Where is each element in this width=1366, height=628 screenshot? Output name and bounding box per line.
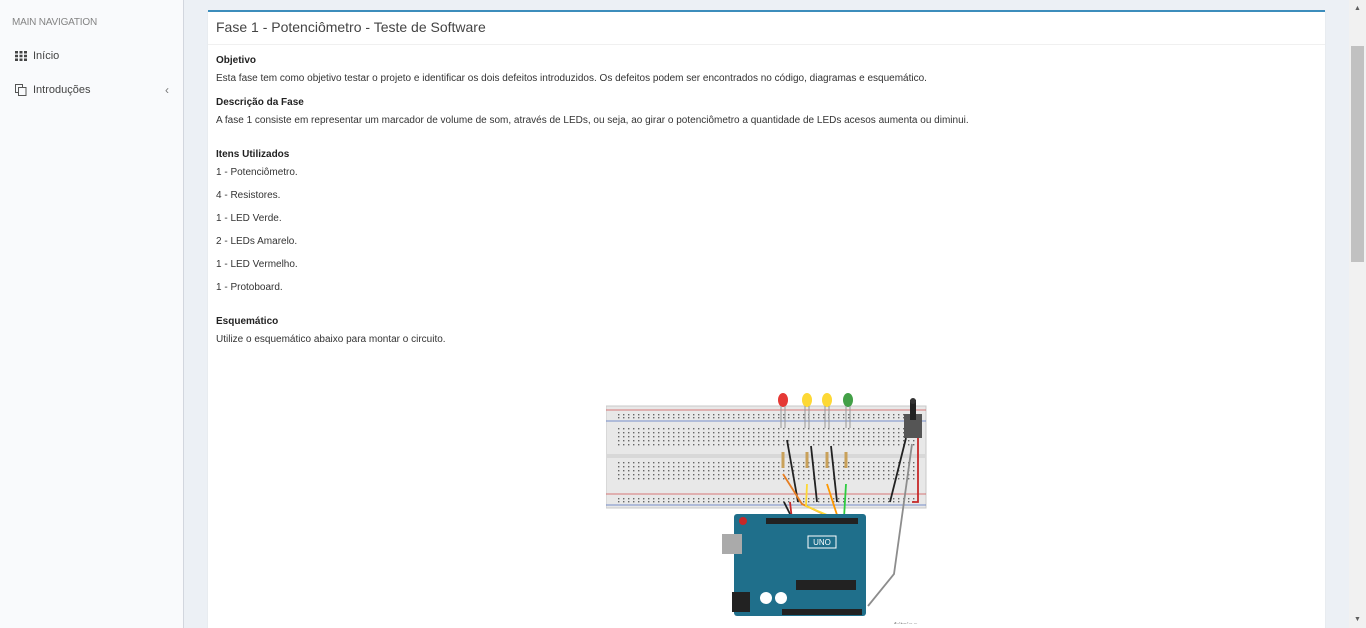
list-item: 4 - Resistores. (216, 190, 281, 201)
sidebar-item-label: Introduções (33, 84, 91, 96)
fritzing-watermark: fritzing (894, 621, 918, 624)
scroll-up-icon[interactable]: ▲ (1349, 0, 1366, 17)
vertical-scrollbar[interactable]: ▲ ▼ (1349, 0, 1366, 628)
phase-box: Fase 1 - Potenciômetro - Teste de Softwa… (208, 10, 1325, 628)
copy-icon (14, 84, 27, 97)
description-text: A fase 1 consiste em representar um marc… (216, 115, 969, 126)
circuit-schematic-image: UNO fritzing (605, 384, 928, 628)
board-label: UNO (813, 538, 831, 547)
circuit-svg: UNO fritzing (605, 393, 927, 628)
sidebar-item-introducoes[interactable]: Introduções ‹ (0, 75, 183, 105)
sidebar-header: MAIN NAVIGATION (12, 17, 97, 28)
sidebar-item-inicio[interactable]: Início (0, 41, 183, 71)
list-item: 1 - LED Vermelho. (216, 259, 298, 270)
potentiometer (904, 398, 922, 438)
page-title: Fase 1 - Potenciômetro - Teste de Softwa… (208, 12, 1325, 45)
items-heading: Itens Utilizados (216, 149, 290, 160)
arduino-board: UNO (722, 514, 866, 616)
scroll-down-icon[interactable]: ▼ (1349, 611, 1366, 628)
objective-text: Esta fase tem como objetivo testar o pro… (216, 73, 927, 84)
list-item: 2 - LEDs Amarelo. (216, 236, 298, 247)
chevron-left-icon: ‹ (165, 83, 169, 97)
grid-icon (14, 50, 27, 63)
sidebar-item-label: Início (33, 50, 60, 62)
scroll-thumb[interactable] (1351, 46, 1364, 262)
description-heading: Descrição da Fase (216, 97, 304, 108)
list-item: 1 - Potenciômetro. (216, 167, 298, 178)
list-item: 1 - LED Verde. (216, 213, 282, 224)
schematic-heading: Esquemático (216, 316, 279, 327)
objective-heading: Objetivo (216, 55, 257, 66)
sidebar: MAIN NAVIGATION Início Introduções ‹ (0, 0, 184, 628)
schematic-text: Utilize o esquemático abaixo para montar… (216, 334, 446, 345)
box-body: Objetivo Esta fase tem como objetivo tes… (208, 45, 1325, 364)
list-item: 1 - Protoboard. (216, 282, 283, 293)
content-area: Fase 1 - Potenciômetro - Teste de Softwa… (184, 0, 1349, 628)
